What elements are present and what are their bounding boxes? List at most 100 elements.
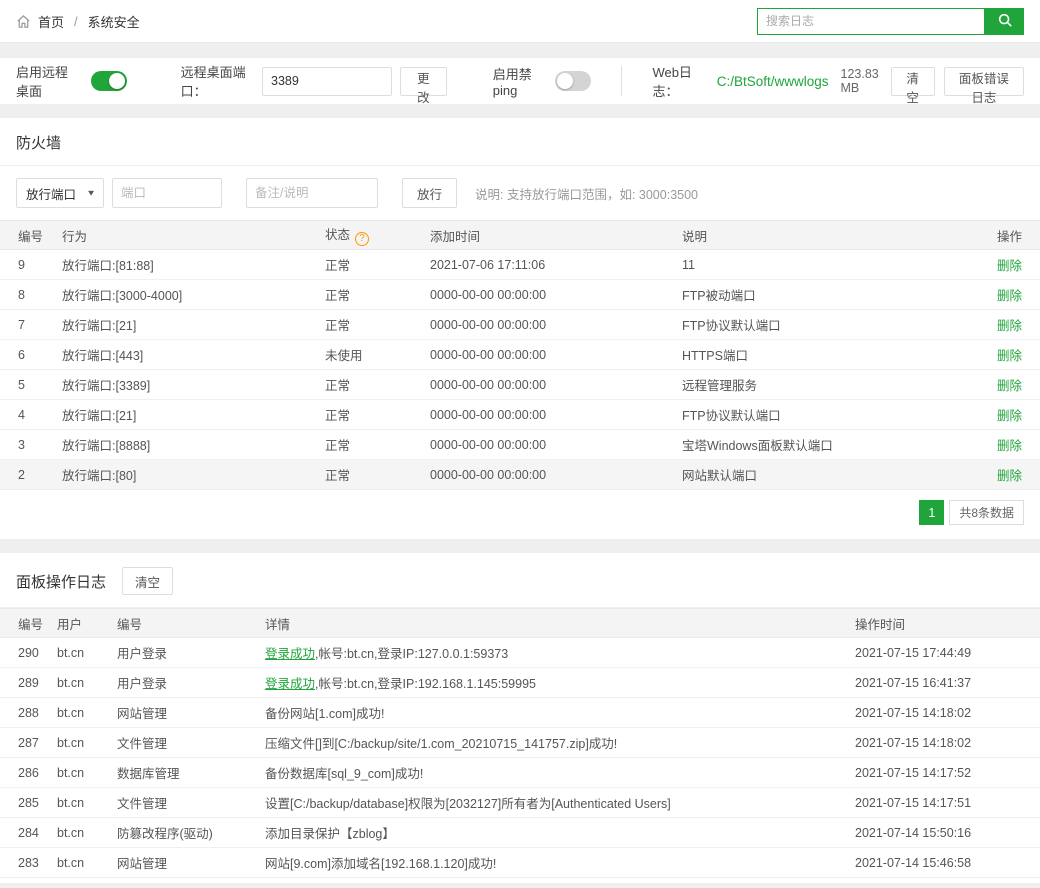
table-row: 8放行端口:[3000-4000]正常0000-00-00 00:00:00FT… — [0, 280, 1040, 310]
cell-id: 286 — [0, 758, 57, 788]
cell-user: bt.cn — [57, 788, 117, 818]
breadcrumb: 首页 / 系统安全 — [16, 12, 140, 31]
cell-id: 7 — [0, 310, 62, 340]
page-number[interactable]: 1 — [919, 500, 944, 525]
allow-port-button[interactable]: 放行 — [402, 178, 457, 208]
panel-error-log-button[interactable]: 面板错误日志 — [944, 67, 1024, 96]
clear-weblog-button[interactable]: 清空 — [891, 67, 935, 96]
disable-ping-label: 启用禁ping — [493, 64, 546, 98]
delete-link[interactable]: 删除 — [997, 469, 1022, 483]
cell-operation: 删除 — [965, 370, 1040, 400]
login-success-link[interactable]: 登录成功 — [265, 677, 315, 691]
table-row: 5放行端口:[3389]正常0000-00-00 00:00:00远程管理服务删… — [0, 370, 1040, 400]
delete-link[interactable]: 删除 — [997, 289, 1022, 303]
table-row: 284bt.cn防篡改程序(驱动)添加目录保护【zblog】2021-07-14… — [0, 818, 1040, 848]
cell-note: HTTPS端口 — [682, 340, 965, 370]
delete-link[interactable]: 删除 — [997, 259, 1022, 273]
delete-link[interactable]: 删除 — [997, 439, 1022, 453]
remote-desktop-toggle[interactable] — [91, 71, 127, 91]
col-operation: 操作 — [965, 221, 1040, 250]
cell-user: bt.cn — [57, 818, 117, 848]
rule-type-value: 放行端口 — [26, 184, 76, 203]
cell-time: 2021-07-06 17:11:06 — [430, 250, 682, 280]
firewall-section: 防火墙 放行端口 ▼ 放行 说明: 支持放行端口范围，如: 3000:3500 … — [0, 118, 1040, 539]
col-id: 编号 — [0, 609, 57, 638]
cell-time: 0000-00-00 00:00:00 — [430, 370, 682, 400]
detail-text: ,帐号:bt.cn,登录IP:192.168.1.145:59995 — [315, 677, 536, 691]
cell-operation: 删除 — [965, 280, 1040, 310]
log-search — [757, 8, 1024, 35]
toggle-knob — [109, 73, 125, 89]
search-input[interactable] — [757, 8, 985, 35]
cell-type: 网站管理 — [117, 698, 265, 728]
cell-detail: 添加目录保护【zblog】 — [265, 818, 855, 848]
note-input[interactable] — [246, 178, 378, 208]
weblog-size: 123.83 MB — [841, 67, 891, 95]
cell-user: bt.cn — [57, 758, 117, 788]
weblog-label: Web日志： — [652, 62, 706, 100]
cell-status: 正常 — [325, 310, 430, 340]
table-row: 9放行端口:[81:88]正常2021-07-06 17:11:0611删除 — [0, 250, 1040, 280]
clear-log-button[interactable]: 清空 — [122, 567, 173, 595]
cell-id: 289 — [0, 668, 57, 698]
cell-id: 4 — [0, 400, 62, 430]
cell-operation: 删除 — [965, 250, 1040, 280]
cell-action: 放行端口:[80] — [62, 460, 325, 490]
cell-time: 0000-00-00 00:00:00 — [430, 430, 682, 460]
cell-detail: 备份数据库[sql_9_com]成功! — [265, 758, 855, 788]
cell-detail: 登录成功,帐号:bt.cn,登录IP:192.168.1.145:59995 — [265, 668, 855, 698]
table-row: 286bt.cn数据库管理备份数据库[sql_9_com]成功!2021-07-… — [0, 758, 1040, 788]
cell-id: 287 — [0, 728, 57, 758]
delete-link[interactable]: 删除 — [997, 319, 1022, 333]
cell-id: 3 — [0, 430, 62, 460]
cell-note: FTP协议默认端口 — [682, 310, 965, 340]
cell-note: FTP被动端口 — [682, 280, 965, 310]
cell-type: 文件管理 — [117, 728, 265, 758]
cell-note: 远程管理服务 — [682, 370, 965, 400]
cell-type: 用户登录 — [117, 668, 265, 698]
cell-optime: 2021-07-14 15:46:58 — [855, 848, 1040, 878]
cell-status: 正常 — [325, 280, 430, 310]
remote-port-input[interactable] — [262, 67, 392, 96]
cell-status: 未使用 — [325, 340, 430, 370]
delete-link[interactable]: 删除 — [997, 409, 1022, 423]
total-count: 共8条数据 — [949, 500, 1024, 525]
cell-status: 正常 — [325, 460, 430, 490]
login-success-link[interactable]: 登录成功 — [265, 647, 315, 661]
cell-operation: 删除 — [965, 400, 1040, 430]
rule-type-select[interactable]: 放行端口 ▼ — [16, 178, 104, 208]
detail-text: ,帐号:bt.cn,登录IP:127.0.0.1:59373 — [315, 647, 508, 661]
search-icon — [997, 12, 1013, 31]
col-id: 编号 — [0, 221, 62, 250]
firewall-form: 放行端口 ▼ 放行 说明: 支持放行端口范围，如: 3000:3500 — [0, 166, 1040, 220]
cell-action: 放行端口:[3000-4000] — [62, 280, 325, 310]
cell-time: 0000-00-00 00:00:00 — [430, 400, 682, 430]
weblog-path-link[interactable]: C:/BtSoft/wwwlogs — [717, 74, 829, 89]
cell-id: 9 — [0, 250, 62, 280]
home-icon[interactable] — [16, 14, 31, 29]
disable-ping-toggle[interactable] — [555, 71, 591, 91]
table-row: 285bt.cn文件管理设置[C:/backup/database]权限为[20… — [0, 788, 1040, 818]
col-user: 用户 — [57, 609, 117, 638]
cell-detail: 网站[9.com]添加域名[192.168.1.120]成功! — [265, 848, 855, 878]
cell-type: 防篡改程序(驱动) — [117, 818, 265, 848]
search-button[interactable] — [985, 8, 1024, 35]
cell-id: 284 — [0, 818, 57, 848]
delete-link[interactable]: 删除 — [997, 379, 1022, 393]
col-detail: 详情 — [265, 609, 855, 638]
col-note: 说明 — [682, 221, 965, 250]
table-row: 4放行端口:[21]正常0000-00-00 00:00:00FTP协议默认端口… — [0, 400, 1040, 430]
cell-optime: 2021-07-15 16:41:37 — [855, 668, 1040, 698]
delete-link[interactable]: 删除 — [997, 349, 1022, 363]
remote-desktop-label: 启用远程桌面 — [16, 62, 81, 100]
cell-action: 放行端口:[81:88] — [62, 250, 325, 280]
spacer — [0, 539, 1040, 553]
col-type: 编号 — [117, 609, 265, 638]
status-help-icon[interactable]: ? — [355, 232, 369, 246]
change-port-button[interactable]: 更改 — [400, 67, 447, 96]
table-row: 6放行端口:[443]未使用0000-00-00 00:00:00HTTPS端口… — [0, 340, 1040, 370]
firewall-table: 编号 行为 状态? 添加时间 说明 操作 9放行端口:[81:88]正常2021… — [0, 220, 1040, 490]
port-input[interactable] — [112, 178, 222, 208]
cell-note: FTP协议默认端口 — [682, 400, 965, 430]
breadcrumb-home[interactable]: 首页 — [38, 12, 64, 31]
